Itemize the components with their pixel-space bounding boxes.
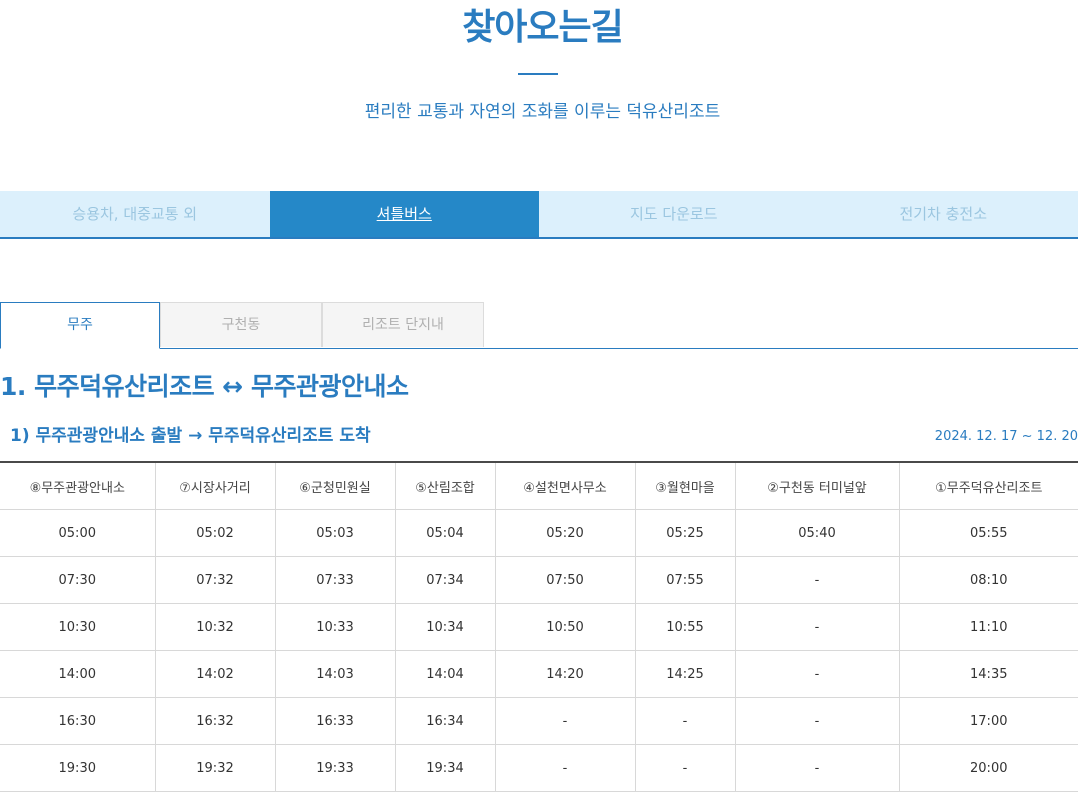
table-cell: 10:34 xyxy=(395,603,496,651)
table-row: 10:30 10:32 10:33 10:34 10:50 10:55-11:10 xyxy=(0,603,1078,651)
table-cell: - xyxy=(735,650,900,698)
shuttle-schedule-table: ⑧무주관광안내소 ⑦시장사거리 ⑥군청민원실 ⑤산림조합 ④설천면사무소 ③월현… xyxy=(0,461,1078,792)
column-header: ⑧무주관광안내소 xyxy=(0,461,156,510)
table-cell: - xyxy=(635,744,736,792)
table-cell: 16:34 xyxy=(395,697,496,745)
table-row: 16:30 16:32 16:33 16:34- - -17:00 xyxy=(0,697,1078,745)
table-cell: 10:55 xyxy=(635,603,736,651)
section-heading: 1. 무주덕유산리조트 ↔ 무주관광안내소 xyxy=(0,372,409,401)
sub-tab-bar: 무주 구천동 리조트 단지내 xyxy=(0,302,1078,349)
table-cell: 05:03 xyxy=(275,509,396,557)
table-cell: 14:20 xyxy=(495,650,636,698)
table-cell: 05:25 xyxy=(635,509,736,557)
table-cell: 05:04 xyxy=(395,509,496,557)
table-cell: 05:20 xyxy=(495,509,636,557)
table-cell: 07:30 xyxy=(0,556,156,604)
table-cell: 14:00 xyxy=(0,650,156,698)
table-cell: 07:50 xyxy=(495,556,636,604)
table-cell: 05:55 xyxy=(899,509,1078,557)
table-cell: - xyxy=(495,697,636,745)
table-cell: 10:50 xyxy=(495,603,636,651)
table-cell: 14:35 xyxy=(899,650,1078,698)
table-cell: - xyxy=(635,697,736,745)
table-cell: 19:32 xyxy=(155,744,276,792)
table-cell: 10:32 xyxy=(155,603,276,651)
table-cell: 11:10 xyxy=(899,603,1078,651)
table-cell: 14:25 xyxy=(635,650,736,698)
table-cell: 07:32 xyxy=(155,556,276,604)
tab-ev-charging[interactable]: 전기차 충전소 xyxy=(809,191,1079,237)
column-header: ⑥군청민원실 xyxy=(275,461,396,510)
table-cell: - xyxy=(735,744,900,792)
sub-tab-resort-complex[interactable]: 리조트 단지내 xyxy=(322,302,484,347)
table-cell: 16:30 xyxy=(0,697,156,745)
table-cell: - xyxy=(495,744,636,792)
table-cell: 14:04 xyxy=(395,650,496,698)
table-cell: 07:33 xyxy=(275,556,396,604)
table-cell: 05:40 xyxy=(735,509,900,557)
table-row: 14:00 14:02 14:03 14:04 14:20 14:25-14:35 xyxy=(0,650,1078,698)
table-cell: 10:33 xyxy=(275,603,396,651)
table-cell: 14:02 xyxy=(155,650,276,698)
tab-shuttle-bus[interactable]: 셔틀버스 xyxy=(269,191,539,237)
table-header-row: ⑧무주관광안내소 ⑦시장사거리 ⑥군청민원실 ⑤산림조합 ④설천면사무소 ③월현… xyxy=(0,461,1078,510)
table-cell: 16:33 xyxy=(275,697,396,745)
sub-tab-muju[interactable]: 무주 xyxy=(0,302,160,349)
main-tab-bar: 승용차, 대중교통 외 셔틀버스 지도 다운로드 전기차 충전소 xyxy=(0,191,1078,239)
table-cell: 07:55 xyxy=(635,556,736,604)
route-heading: 1) 무주관광안내소 출발 → 무주덕유산리조트 도착 xyxy=(10,426,371,446)
column-header: ①무주덕유산리조트 xyxy=(899,461,1078,510)
column-header: ③월현마을 xyxy=(635,461,736,510)
table-cell: 20:00 xyxy=(899,744,1078,792)
table-cell: 19:34 xyxy=(395,744,496,792)
page-subtitle: 편리한 교통과 자연의 조화를 이루는 덕유산리조트 xyxy=(364,102,721,122)
page-title: 찾아오는길 xyxy=(462,7,624,48)
table-row: 05:00 05:02 05:03 05:04 05:20 05:25 05:40 05:55 xyxy=(0,509,1078,557)
table-cell: - xyxy=(735,556,900,604)
page: 찾아오는길 편리한 교통과 자연의 조화를 이루는 덕유산리조트 승용차, 대중… xyxy=(0,0,1085,797)
table-cell: - xyxy=(735,603,900,651)
sub-tab-gucheondong[interactable]: 구천동 xyxy=(160,302,322,347)
table-cell: 19:33 xyxy=(275,744,396,792)
column-header: ②구천동 터미널앞 xyxy=(735,461,900,510)
column-header: ⑤산림조합 xyxy=(395,461,496,510)
tab-car-public-transport[interactable]: 승용차, 대중교통 외 xyxy=(0,191,270,237)
table-row: 19:30 19:32 19:33 19:34- - -20:00 xyxy=(0,744,1078,792)
table-cell: 10:30 xyxy=(0,603,156,651)
table-cell: - xyxy=(735,697,900,745)
table-cell: 17:00 xyxy=(899,697,1078,745)
table-cell: 05:02 xyxy=(155,509,276,557)
table-cell: 14:03 xyxy=(275,650,396,698)
table-cell: 19:30 xyxy=(0,744,156,792)
table-cell: 08:10 xyxy=(899,556,1078,604)
table-cell: 07:34 xyxy=(395,556,496,604)
title-divider xyxy=(518,73,558,75)
column-header: ⑦시장사거리 xyxy=(155,461,276,510)
table-cell: 16:32 xyxy=(155,697,276,745)
tab-map-download[interactable]: 지도 다운로드 xyxy=(539,191,809,237)
column-header: ④설천면사무소 xyxy=(495,461,636,510)
table-row: 07:30 07:32 07:33 07:34 07:50 07:55-08:10 xyxy=(0,556,1078,604)
schedule-period: 2024. 12. 17 ~ 12. 20 xyxy=(934,429,1078,444)
table-cell: 05:00 xyxy=(0,509,156,557)
